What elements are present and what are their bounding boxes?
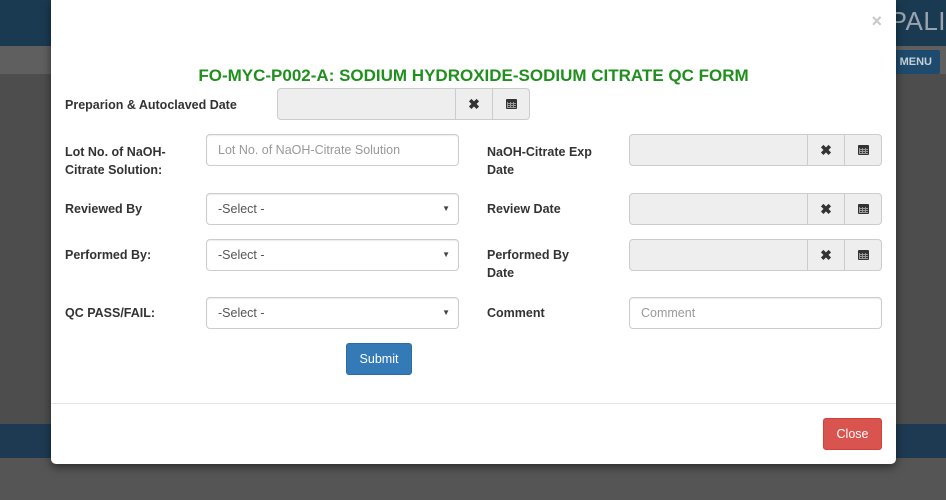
dropdown-caret-icon: ▼ xyxy=(442,250,450,259)
exp-date-calendar-button[interactable] xyxy=(845,134,882,166)
calendar-icon xyxy=(857,204,869,214)
qc-form-modal: × FO-MYC-P002-A: SODIUM HYDROXIDE-SODIUM… xyxy=(51,0,896,464)
performed-by-label: Performed By: xyxy=(65,248,152,262)
prep-date-calendar-button[interactable] xyxy=(493,88,530,120)
exp-date-label: NaOH-Citrate Exp Date xyxy=(487,145,592,177)
review-date-picker: ✖ xyxy=(629,193,882,225)
submit-button[interactable]: Submit xyxy=(346,343,412,375)
review-date-calendar-button[interactable] xyxy=(845,193,882,225)
times-icon: ✖ xyxy=(820,142,832,158)
dropdown-caret-icon: ▼ xyxy=(442,308,450,317)
performed-date-input[interactable] xyxy=(629,239,808,271)
modal-footer-divider xyxy=(51,403,896,404)
times-icon: ✖ xyxy=(820,247,832,263)
qc-pass-fail-label: QC PASS/FAIL: xyxy=(65,306,156,320)
calendar-icon xyxy=(857,250,869,260)
performed-by-value: -Select - xyxy=(218,248,265,262)
lot-number-input[interactable]: Lot No. of NaOH-Citrate Solution xyxy=(206,134,459,166)
modal-title: FO-MYC-P002-A: SODIUM HYDROXIDE-SODIUM C… xyxy=(198,66,749,85)
brand-logo-text: PALI xyxy=(889,6,946,36)
reviewed-by-select[interactable]: -Select - ▼ xyxy=(206,193,459,225)
times-icon: ✖ xyxy=(468,96,480,112)
calendar-icon xyxy=(857,145,869,155)
review-date-input[interactable] xyxy=(629,193,808,225)
qc-pass-fail-value: -Select - xyxy=(218,306,265,320)
close-icon[interactable]: × xyxy=(871,12,882,30)
review-date-label: Review Date xyxy=(487,202,561,216)
close-button[interactable]: Close xyxy=(823,418,882,450)
comment-label: Comment xyxy=(487,306,545,320)
times-icon: ✖ xyxy=(820,201,832,217)
performed-date-picker: ✖ xyxy=(629,239,882,271)
clear-prep-date-button[interactable]: ✖ xyxy=(456,88,493,120)
performed-date-calendar-button[interactable] xyxy=(845,239,882,271)
performed-by-select[interactable]: -Select - ▼ xyxy=(206,239,459,271)
calendar-icon xyxy=(505,99,517,109)
prep-date-label: Preparion & Autoclaved Date xyxy=(65,98,237,112)
comment-input[interactable]: Comment xyxy=(629,297,882,329)
dropdown-caret-icon: ▼ xyxy=(442,204,450,213)
performed-date-label: Performed By Date xyxy=(487,248,569,280)
reviewed-by-label: Reviewed By xyxy=(65,202,143,216)
clear-performed-date-button[interactable]: ✖ xyxy=(808,239,845,271)
reviewed-by-value: -Select - xyxy=(218,202,265,216)
clear-exp-date-button[interactable]: ✖ xyxy=(808,134,845,166)
clear-review-date-button[interactable]: ✖ xyxy=(808,193,845,225)
menu-button[interactable]: MENU xyxy=(891,50,940,74)
lot-number-label: Lot No. of NaOH-Citrate Solution: xyxy=(65,145,166,177)
exp-date-picker: ✖ xyxy=(629,134,882,166)
qc-pass-fail-select[interactable]: -Select - ▼ xyxy=(206,297,459,329)
prep-date-picker: ✖ xyxy=(277,88,530,120)
prep-date-input[interactable] xyxy=(277,88,456,120)
exp-date-input[interactable] xyxy=(629,134,808,166)
app-bottom xyxy=(0,458,946,500)
